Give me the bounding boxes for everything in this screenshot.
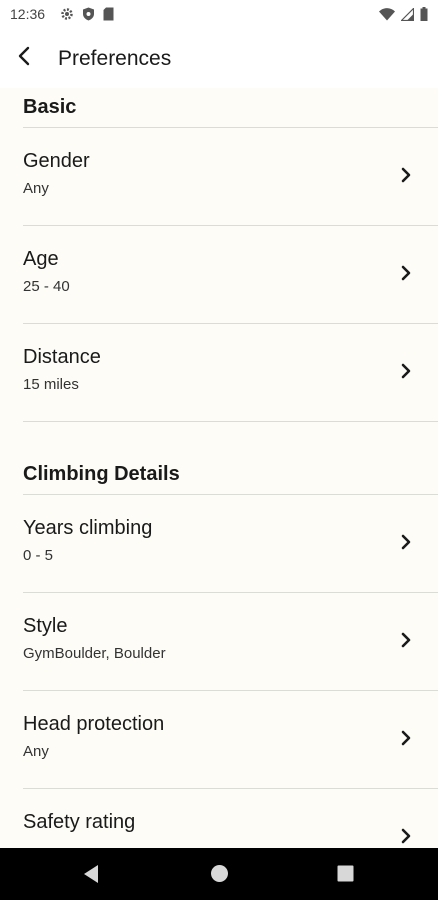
row-title: Age	[23, 248, 59, 270]
chevron-right-icon	[398, 727, 414, 749]
app-bar: Preferences	[0, 30, 438, 88]
system-nav-bar	[0, 848, 438, 900]
preference-row-head-protection[interactable]: Head protection Any	[23, 691, 438, 789]
row-value: 0 - 5	[23, 547, 54, 564]
status-time: 12:36	[10, 6, 46, 22]
row-title: Head protection	[23, 713, 165, 735]
section-header-climbing-details: Climbing Details	[23, 455, 438, 495]
nav-recent-icon[interactable]	[337, 865, 354, 887]
preference-row-distance[interactable]: Distance 15 miles	[23, 324, 438, 422]
status-left-icons	[60, 7, 114, 26]
section-header-basic: Basic	[23, 88, 438, 128]
preferences-list[interactable]: Basic Gender Any Age 25 - 40 Distance 15…	[0, 88, 438, 848]
row-value: 25 - 40	[23, 278, 70, 295]
row-value: GymBoulder, Boulder	[23, 645, 166, 662]
back-arrow-icon	[17, 46, 31, 71]
signal-icon	[400, 6, 415, 26]
row-title: Style	[23, 615, 68, 637]
preference-row-gender[interactable]: Gender Any	[23, 128, 438, 226]
chevron-right-icon	[398, 360, 414, 382]
chevron-right-icon	[398, 825, 414, 847]
row-title: Safety rating	[23, 811, 136, 833]
nav-back-icon[interactable]	[82, 864, 100, 889]
battery-icon	[420, 7, 428, 26]
row-title: Gender	[23, 150, 90, 172]
preference-row-safety-rating[interactable]: Safety rating	[23, 789, 438, 848]
wifi-icon	[379, 7, 395, 26]
preference-row-age[interactable]: Age 25 - 40	[23, 226, 438, 324]
row-value: Any	[23, 180, 49, 197]
status-right-icons	[379, 6, 428, 26]
nav-home-icon[interactable]	[210, 864, 229, 888]
row-title: Distance	[23, 346, 101, 368]
back-button[interactable]	[10, 44, 38, 72]
status-bar: 12:36	[0, 0, 438, 30]
chevron-right-icon	[398, 262, 414, 284]
shield-icon	[82, 7, 95, 26]
chevron-right-icon	[398, 629, 414, 651]
preference-row-years-climbing[interactable]: Years climbing 0 - 5	[23, 495, 438, 593]
page-title: Preferences	[58, 47, 172, 70]
row-value: Any	[23, 743, 49, 760]
row-value: 15 miles	[23, 376, 79, 393]
row-title: Years climbing	[23, 517, 153, 539]
chevron-right-icon	[398, 531, 414, 553]
gear-icon	[60, 7, 74, 26]
chevron-right-icon	[398, 164, 414, 186]
sd-card-icon	[103, 7, 114, 26]
preference-row-style[interactable]: Style GymBoulder, Boulder	[23, 593, 438, 691]
